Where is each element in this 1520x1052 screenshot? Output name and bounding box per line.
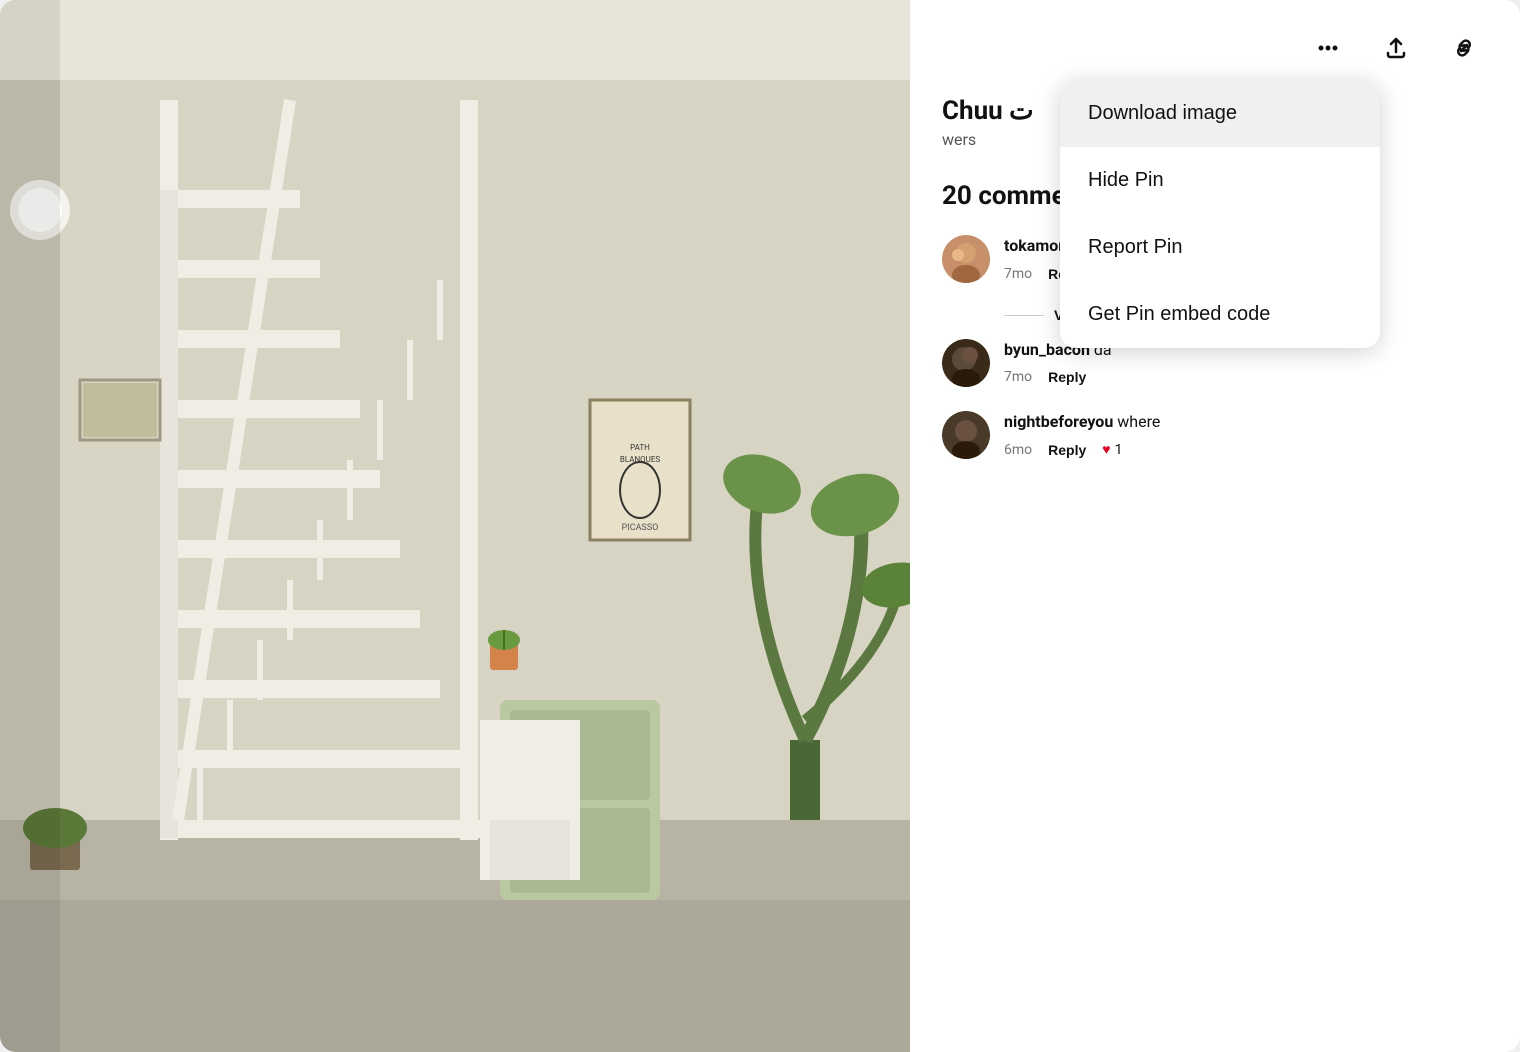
comment-time: 6mo xyxy=(1004,442,1032,458)
comment-time: 7mo xyxy=(1004,369,1032,385)
copy-link-button[interactable] xyxy=(1440,24,1488,72)
like-count: ♥ 1 xyxy=(1102,441,1122,458)
avatar xyxy=(942,235,990,283)
comment-time: 7mo xyxy=(1004,266,1032,282)
share-button[interactable] xyxy=(1372,24,1420,72)
pin-image-panel: PATH BLANQUES PICASSO xyxy=(0,0,910,1052)
comment-text: nightbeforeyou where xyxy=(1004,411,1488,433)
heart-icon: ♥ xyxy=(1102,441,1110,458)
reply-button[interactable]: Reply xyxy=(1048,369,1086,385)
comment-body: nightbeforeyou where 6mo Reply ♥ 1 xyxy=(1004,411,1488,459)
svg-text:PICASSO: PICASSO xyxy=(622,523,659,533)
more-options-button[interactable] xyxy=(1304,24,1352,72)
report-pin-option[interactable]: Report Pin xyxy=(1060,214,1380,281)
right-panel: Download image Hide Pin Report Pin Get P… xyxy=(910,0,1520,1052)
svg-text:PATH: PATH xyxy=(630,443,650,452)
toolbar xyxy=(910,0,1520,88)
embed-code-option[interactable]: Get Pin embed code xyxy=(1060,281,1380,348)
reply-button[interactable]: Reply xyxy=(1048,442,1086,458)
comment-actions: 6mo Reply ♥ 1 xyxy=(1004,441,1488,458)
download-image-option[interactable]: Download image xyxy=(1060,80,1380,147)
replies-line-divider xyxy=(1004,315,1044,316)
comment-item: nightbeforeyou where 6mo Reply ♥ 1 xyxy=(942,411,1488,459)
comment-username: nightbeforeyou xyxy=(1004,412,1113,431)
dropdown-menu: Download image Hide Pin Report Pin Get P… xyxy=(1060,80,1380,348)
avatar xyxy=(942,411,990,459)
page-container: PATH BLANQUES PICASSO xyxy=(0,0,1520,1052)
avatar xyxy=(942,339,990,387)
comment-actions: 7mo Reply xyxy=(1004,369,1488,385)
hide-pin-option[interactable]: Hide Pin xyxy=(1060,147,1380,214)
